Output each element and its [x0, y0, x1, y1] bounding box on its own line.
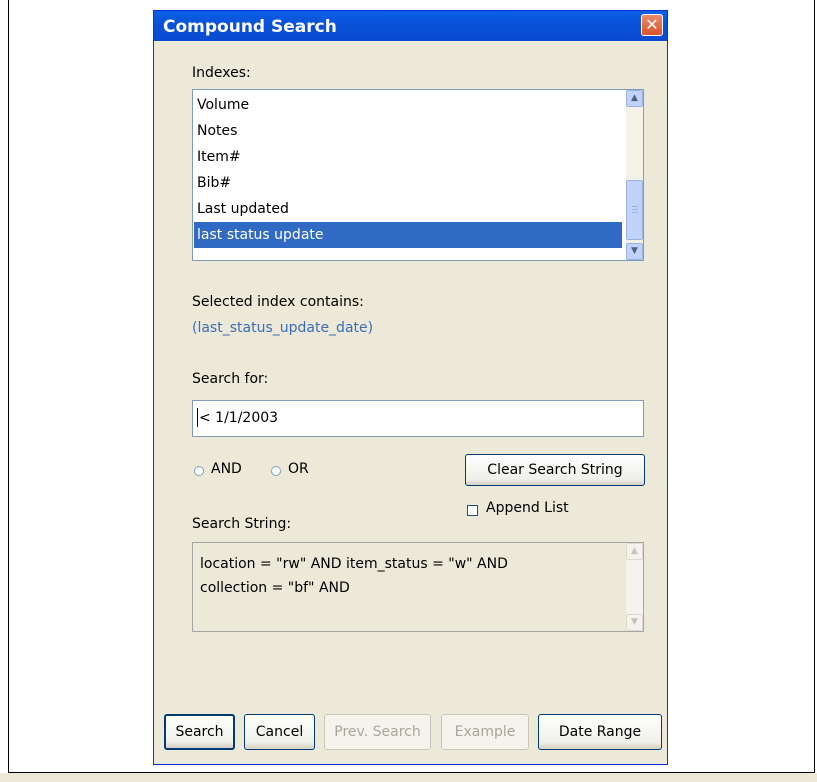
or-radio[interactable]: [271, 466, 281, 476]
bottom-strip: [0, 773, 817, 782]
compound-search-dialog: Compound Search ✕ Indexes: Volume Notes …: [153, 10, 668, 765]
indexes-label: Indexes:: [192, 65, 251, 81]
title-bar[interactable]: Compound Search ✕: [154, 11, 667, 41]
and-radio[interactable]: [194, 466, 204, 476]
list-item[interactable]: Volume: [194, 92, 622, 118]
chevron-down-icon[interactable]: ▼: [626, 614, 643, 631]
clear-search-string-button[interactable]: Clear Search String: [465, 454, 645, 486]
search-for-input[interactable]: < 1/1/2003: [192, 400, 644, 437]
date-range-button[interactable]: Date Range: [538, 714, 662, 750]
selected-index-label: Selected index contains:: [192, 294, 364, 310]
indexes-listbox[interactable]: Volume Notes Item# Bib# Last updated las…: [192, 89, 644, 261]
close-icon[interactable]: ✕: [641, 14, 663, 36]
search-string-scrollbar[interactable]: ▲ ▼: [626, 543, 643, 631]
and-label: AND: [211, 461, 242, 477]
list-item[interactable]: Item#: [194, 144, 622, 170]
list-item[interactable]: Bib#: [194, 170, 622, 196]
text-caret: [197, 408, 198, 427]
example-button[interactable]: Example: [441, 714, 529, 750]
search-button[interactable]: Search: [164, 714, 235, 750]
selected-index-value: (last_status_update_date): [192, 320, 374, 336]
chevron-up-icon[interactable]: ▲: [626, 543, 643, 560]
append-list-label: Append List: [486, 500, 569, 516]
or-label: OR: [288, 461, 309, 477]
search-string-line: location = "rw" AND item_status = "w" AN…: [200, 556, 508, 572]
cancel-button[interactable]: Cancel: [244, 714, 315, 750]
chevron-down-icon[interactable]: ▼: [626, 243, 643, 260]
prev-search-button[interactable]: Prev. Search: [324, 714, 431, 750]
search-string-line: collection = "bf" AND: [200, 580, 350, 596]
dialog-title: Compound Search: [163, 17, 337, 37]
list-item[interactable]: Last updated: [194, 196, 622, 222]
indexes-scrollbar[interactable]: ▲ ▼: [626, 90, 643, 260]
scrollbar-thumb[interactable]: [626, 180, 643, 240]
search-string-label: Search String:: [192, 516, 292, 532]
list-item-selected[interactable]: last status update: [194, 222, 622, 248]
search-string-textarea[interactable]: location = "rw" AND item_status = "w" AN…: [192, 542, 644, 632]
search-for-label: Search for:: [192, 371, 269, 387]
append-list-checkbox[interactable]: [467, 505, 478, 516]
search-for-value: < 1/1/2003: [199, 410, 279, 426]
chevron-up-icon[interactable]: ▲: [626, 90, 643, 107]
list-item[interactable]: Notes: [194, 118, 622, 144]
